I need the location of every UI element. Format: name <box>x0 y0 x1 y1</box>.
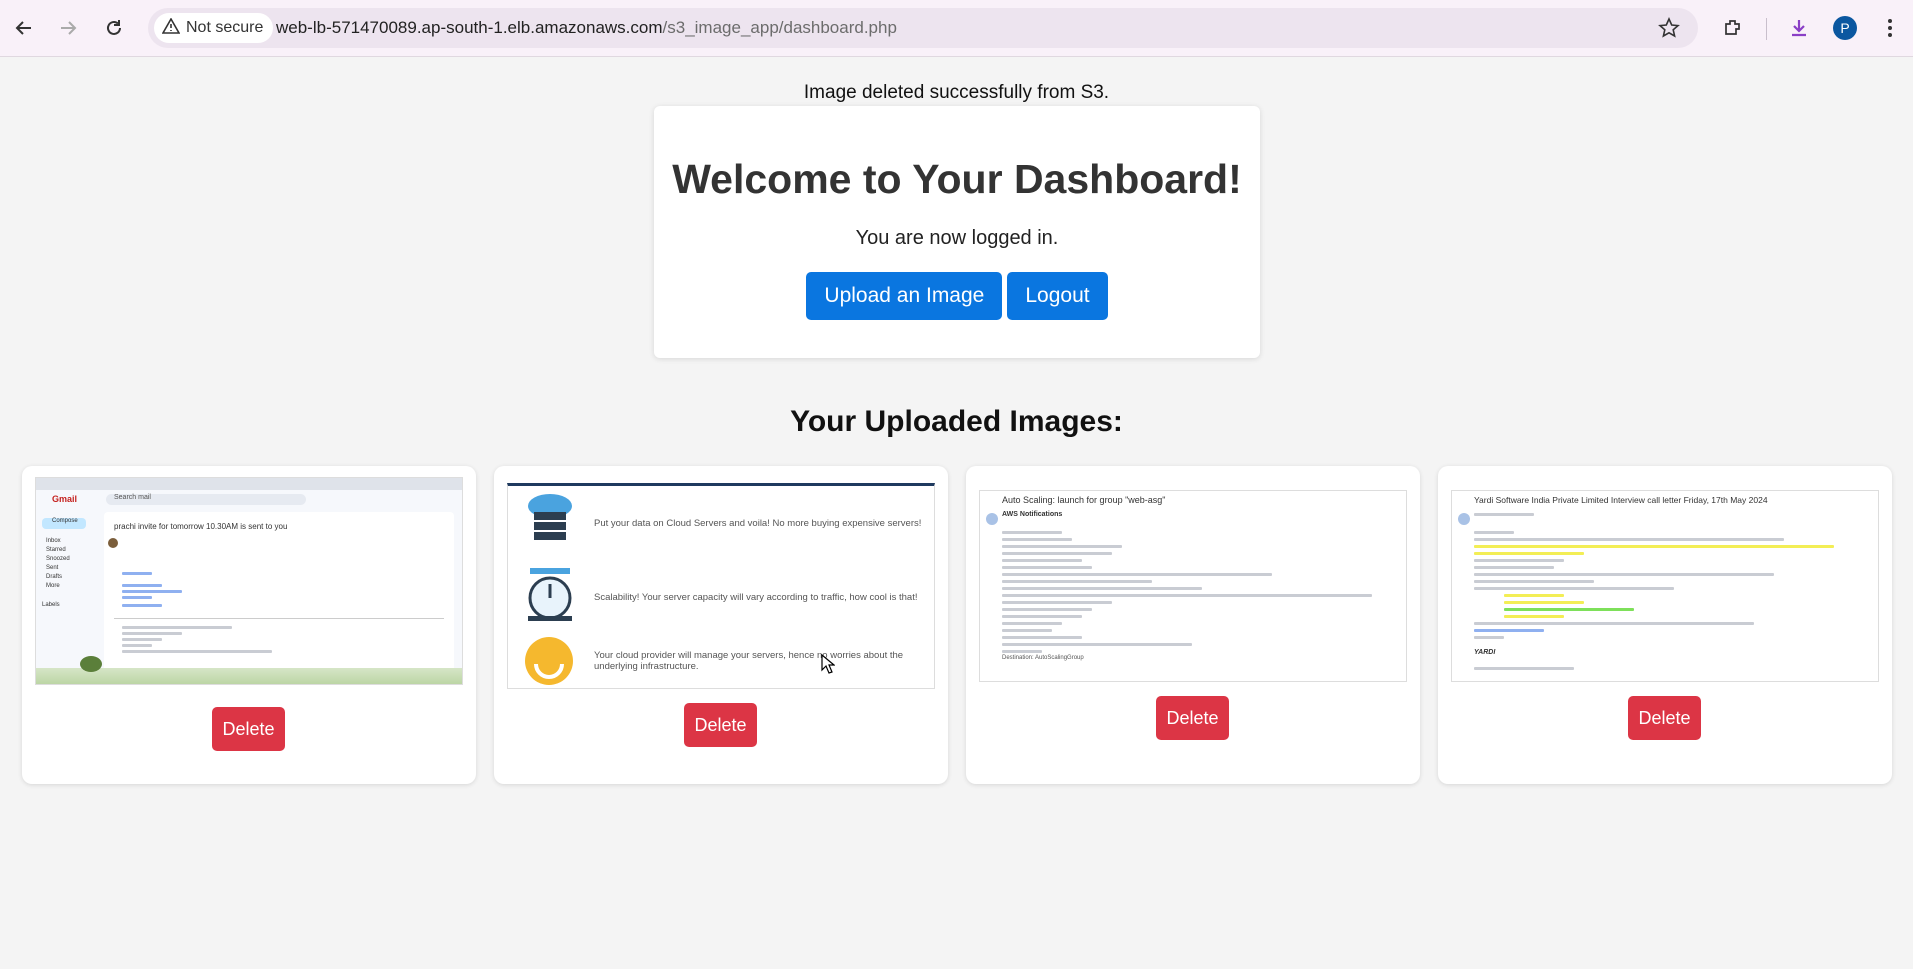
thumb-sender: AWS Notifications <box>1002 511 1063 518</box>
thumb-landscape <box>36 668 462 684</box>
image-thumbnail[interactable]: Auto Scaling: launch for group "web-asg"… <box>979 490 1407 682</box>
avatar[interactable]: P <box>1833 16 1857 40</box>
uploads-heading: Your Uploaded Images: <box>790 405 1123 438</box>
thumb-search: Search mail <box>106 494 306 505</box>
thumb-tree <box>80 656 102 672</box>
thumb-folder-item: Snoozed <box>46 556 70 562</box>
cloud-manage-icon <box>524 636 574 686</box>
thumb-compose: Compose <box>42 518 86 529</box>
thumb-subject: prachi invite for tomorrow 10.30AM is se… <box>114 522 288 531</box>
welcome-card: Welcome to Your Dashboard! You are now l… <box>654 106 1260 358</box>
star-icon[interactable] <box>1658 17 1680 44</box>
flash-message: Image deleted successfully from S3. <box>803 82 1110 103</box>
toolbar-separator <box>1766 18 1767 40</box>
thumb-gmail-logo: Gmail <box>52 494 78 504</box>
image-card: Gmail Search mail Compose Inbox Starred Sn… <box>22 466 476 784</box>
image-card: Put your data on Cloud Servers and voila… <box>494 466 948 784</box>
thumb-folder-item: Drafts <box>46 574 63 580</box>
delete-button[interactable]: Delete <box>684 703 757 747</box>
image-thumbnail[interactable]: Yardi Software India Private Limited Int… <box>1451 490 1879 682</box>
thumb-sender-avatar <box>108 538 118 548</box>
logout-button[interactable]: Logout <box>1007 272 1108 320</box>
extensions-icon[interactable] <box>1717 12 1749 44</box>
delete-button[interactable]: Delete <box>1628 696 1701 740</box>
mouse-cursor-icon <box>821 653 836 679</box>
browser-toolbar: Not secure web-lb-571470089.ap-south-1.e… <box>0 0 1913 57</box>
thumb-brand: YARDI <box>1474 649 1496 656</box>
security-chip[interactable]: Not secure <box>154 13 274 43</box>
image-thumbnail[interactable]: Put your data on Cloud Servers and voila… <box>507 483 935 689</box>
cloud-server-icon <box>522 492 578 542</box>
download-icon[interactable] <box>1783 12 1815 44</box>
url-text[interactable]: web-lb-571470089.ap-south-1.elb.amazonaw… <box>276 18 897 38</box>
warning-icon <box>161 16 181 39</box>
login-status: You are now logged in. <box>855 227 1059 249</box>
upload-image-button[interactable]: Upload an Image <box>806 272 1003 320</box>
infographic-row-3: Your cloud provider will manage your ser… <box>594 650 904 672</box>
infographic-row-1: Put your data on Cloud Servers and voila… <box>594 518 922 529</box>
forward-icon[interactable] <box>52 12 84 44</box>
image-card: Auto Scaling: launch for group "web-asg"… <box>966 466 1420 784</box>
action-row: Upload an Image Logout <box>654 272 1260 320</box>
delete-button[interactable]: Delete <box>1156 696 1229 740</box>
infographic-row-2: Scalability! Your server capacity will v… <box>594 592 918 603</box>
thumb-labels: Labels <box>42 602 60 608</box>
image-thumbnail[interactable]: Gmail Search mail Compose Inbox Starred Sn… <box>35 477 463 685</box>
page-title: Welcome to Your Dashboard! <box>672 156 1242 202</box>
thumb-folder-item: Inbox <box>46 538 61 544</box>
thumb-folder-item: Sent <box>46 565 59 571</box>
thumb-sender-avatar <box>1458 513 1470 525</box>
url-host: web-lb-571470089.ap-south-1.elb.amazonaw… <box>276 18 663 37</box>
url-path: /s3_image_app/dashboard.php <box>662 18 897 37</box>
security-label: Not secure <box>186 19 264 36</box>
reload-icon[interactable] <box>98 12 130 44</box>
thumb-sender-avatar <box>986 513 998 525</box>
thumb-subject: Yardi Software India Private Limited Int… <box>1474 495 1768 505</box>
scale-icon <box>524 566 576 622</box>
address-bar[interactable]: Not secure web-lb-571470089.ap-south-1.e… <box>148 8 1698 48</box>
thumb-folder-item: Starred <box>46 547 66 553</box>
thumb-folder-item: More <box>46 583 60 589</box>
image-card: Yardi Software India Private Limited Int… <box>1438 466 1892 784</box>
thumb-subject: Auto Scaling: launch for group "web-asg" <box>1002 495 1166 505</box>
menu-icon[interactable] <box>1874 12 1906 44</box>
thumb-last-line: Destination: AutoScalingGroup <box>1002 655 1084 661</box>
thumb-message-pane: prachi invite for tomorrow 10.30AM is se… <box>104 512 454 684</box>
thumb-browser-bar <box>36 478 462 490</box>
back-icon[interactable] <box>8 12 40 44</box>
delete-button[interactable]: Delete <box>212 707 285 751</box>
